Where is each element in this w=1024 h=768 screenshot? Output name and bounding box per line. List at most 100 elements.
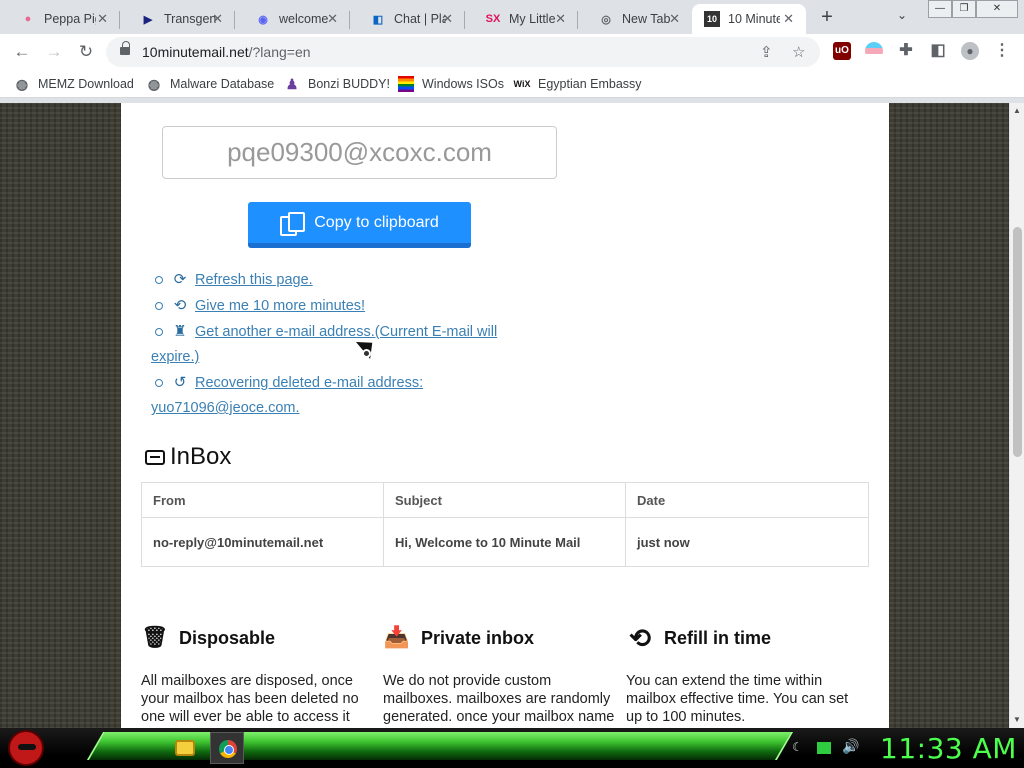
discord-icon: ◉ bbox=[258, 13, 268, 26]
feature-disposable: 🗑 Disposable All mailboxes are disposed,… bbox=[141, 622, 376, 729]
tab[interactable]: ◎ New Tab ✕ bbox=[578, 4, 692, 34]
ublock-icon[interactable]: uO bbox=[833, 42, 851, 60]
minimize-button[interactable]: — bbox=[928, 0, 952, 18]
email-address-field[interactable]: pqe09300@xcoxc.com bbox=[162, 126, 557, 179]
bookmark-egyptian-embassy[interactable]: WiX Egyptian Embassy bbox=[514, 76, 642, 92]
history-icon[interactable]: ⟲ bbox=[171, 293, 189, 318]
inbox-icon: 📥 bbox=[383, 626, 411, 649]
close-icon[interactable]: ✕ bbox=[783, 11, 794, 27]
puzzle-icon[interactable]: ✚ bbox=[897, 42, 915, 60]
more-menu-icon[interactable]: ⋮ bbox=[993, 42, 1011, 60]
mail-date[interactable]: just now bbox=[625, 517, 869, 567]
bookmark-windows-isos[interactable]: Windows ISOs bbox=[398, 76, 504, 92]
url-host: 10minutemail.net bbox=[142, 44, 249, 60]
network-icon[interactable] bbox=[817, 742, 831, 754]
video-icon: ▶ bbox=[143, 13, 153, 26]
peppa-icon: ● bbox=[24, 13, 32, 25]
10-icon: 10 bbox=[704, 11, 720, 27]
refresh-page-link[interactable]: Refresh this page. bbox=[195, 272, 313, 288]
recover-address-value[interactable]: yuo71096@jeoce.com. bbox=[151, 400, 300, 416]
url-text: 10minutemail.net/?lang=en bbox=[142, 44, 311, 60]
table-row[interactable]: no-reply@10minutemail.net Hi, Welcome to… bbox=[141, 517, 869, 567]
page-viewport: pqe09300@xcoxc.com Copy to clipboard ⟳ Re… bbox=[0, 103, 1024, 729]
scrollbar-thumb[interactable] bbox=[1013, 227, 1022, 457]
feature-title: Disposable bbox=[179, 627, 276, 648]
tray-icon[interactable]: ☾ bbox=[792, 740, 803, 754]
vertical-scrollbar[interactable]: ▲ ▼ bbox=[1009, 103, 1024, 729]
scroll-down-icon[interactable]: ▼ bbox=[1013, 715, 1021, 724]
tab-title: Transgender bbox=[164, 12, 216, 26]
tab[interactable]: SX My Little ✕ bbox=[465, 4, 578, 34]
copy-to-clipboard-button[interactable]: Copy to clipboard bbox=[248, 202, 471, 248]
tab-title: My Little bbox=[509, 12, 556, 26]
volume-icon[interactable]: 🔊 bbox=[842, 738, 859, 755]
feature-private-inbox: 📥 Private inbox We do not provide custom… bbox=[383, 622, 618, 729]
bookmark-bonzi[interactable]: ♟ Bonzi BUDDY! bbox=[284, 76, 390, 92]
tab[interactable]: ◉ welcome ✕ bbox=[235, 4, 350, 34]
sidebar-icon[interactable]: ◧ bbox=[929, 42, 947, 60]
tab[interactable]: ◧ Chat | Pla ✕ bbox=[350, 4, 465, 34]
feature-text: All mailboxes are disposed, once your ma… bbox=[141, 673, 359, 729]
recover-address-link[interactable]: Recovering deleted e-mail address: bbox=[195, 375, 423, 391]
mouse-cursor-dot bbox=[362, 349, 371, 358]
refresh-icon[interactable]: ⟳ bbox=[171, 267, 189, 292]
feature-heading: 📥 Private inbox bbox=[383, 622, 618, 654]
table-header-row: From Subject Date bbox=[141, 482, 869, 518]
list-item: ♜ Get another e-mail address.(Current E-m… bbox=[151, 319, 531, 370]
tab[interactable]: ▶ Transgender ✕ bbox=[120, 4, 235, 34]
close-window-button[interactable]: ✕ bbox=[976, 0, 1018, 18]
close-icon[interactable]: ✕ bbox=[442, 11, 453, 27]
folder-icon[interactable] bbox=[175, 740, 195, 756]
forward-button[interactable]: → bbox=[42, 41, 66, 63]
inbox-icon bbox=[145, 449, 165, 465]
spy-icon[interactable]: ♜ bbox=[171, 319, 189, 344]
history-icon: ⟲ bbox=[629, 622, 651, 653]
inbox-table: From Subject Date no-reply@10minutemail.… bbox=[141, 482, 869, 567]
url-path: /?lang=en bbox=[248, 44, 311, 60]
tab-active[interactable]: 10 10 Minute ✕ bbox=[692, 4, 806, 34]
mail-subject[interactable]: Hi, Welcome to 10 Minute Mail bbox=[383, 517, 626, 567]
chevron-down-icon[interactable]: ⌄ bbox=[897, 8, 907, 22]
chrome-icon: ◎ bbox=[601, 13, 611, 26]
bookmark-memz[interactable]: ◍ MEMZ Download bbox=[14, 76, 134, 92]
close-icon[interactable]: ✕ bbox=[555, 11, 566, 27]
start-button[interactable] bbox=[8, 730, 44, 766]
tab-title: Chat | Pla bbox=[394, 12, 446, 26]
tab[interactable]: ● Peppa Pig ✕ bbox=[0, 4, 120, 34]
list-item: ↺ Recovering deleted e-mail address: yuo7… bbox=[151, 370, 531, 421]
globe-icon: ◍ bbox=[15, 75, 29, 92]
close-icon[interactable]: ✕ bbox=[212, 11, 223, 27]
more-minutes-link[interactable]: Give me 10 more minutes! bbox=[195, 298, 365, 314]
new-address-link[interactable]: Get another e-mail address.(Current E-ma… bbox=[195, 324, 497, 340]
profile-avatar[interactable]: ● bbox=[961, 42, 979, 60]
taskbar-clock[interactable]: 11:33 AM bbox=[880, 732, 1017, 765]
trans-flag-extension-icon[interactable] bbox=[865, 42, 883, 60]
lock-icon[interactable] bbox=[120, 41, 130, 57]
bookmark-malware-database[interactable]: ◍ Malware Database bbox=[146, 76, 274, 92]
maximize-button[interactable]: ❐ bbox=[952, 0, 976, 18]
mail-from[interactable]: no-reply@10minutemail.net bbox=[141, 517, 384, 567]
page-content: pqe09300@xcoxc.com Copy to clipboard ⟳ Re… bbox=[121, 103, 889, 729]
tab-title: welcome bbox=[279, 12, 329, 26]
copy-button-label: Copy to clipboard bbox=[314, 213, 439, 231]
close-icon[interactable]: ✕ bbox=[327, 11, 338, 27]
back-button[interactable]: ← bbox=[10, 41, 34, 63]
taskbar-chrome-button[interactable] bbox=[210, 732, 244, 764]
action-list: ⟳ Refresh this page. ⟲ Give me 10 more min… bbox=[151, 267, 531, 421]
star-icon[interactable]: ☆ bbox=[792, 43, 805, 61]
scroll-up-icon[interactable]: ▲ bbox=[1013, 106, 1021, 115]
taskbar: ☾ 🔊 11:33 AM bbox=[0, 728, 1024, 768]
sx-icon: SX bbox=[485, 13, 501, 25]
copy-icon bbox=[280, 211, 306, 236]
share-icon[interactable]: ⇪ bbox=[760, 43, 773, 61]
reload-button[interactable]: ↻ bbox=[74, 41, 98, 63]
bookmark-label: Malware Database bbox=[170, 77, 275, 91]
new-address-link-cont[interactable]: expire.) bbox=[151, 349, 199, 365]
feature-title: Refill in time bbox=[664, 627, 772, 648]
address-bar[interactable]: 10minutemail.net/?lang=en ⇪ ☆ bbox=[106, 37, 820, 67]
close-icon[interactable]: ✕ bbox=[669, 11, 680, 27]
undo-icon[interactable]: ↺ bbox=[171, 370, 189, 395]
close-icon[interactable]: ✕ bbox=[97, 11, 108, 27]
new-tab-button[interactable]: + bbox=[817, 6, 837, 29]
chrome-icon bbox=[219, 740, 237, 758]
